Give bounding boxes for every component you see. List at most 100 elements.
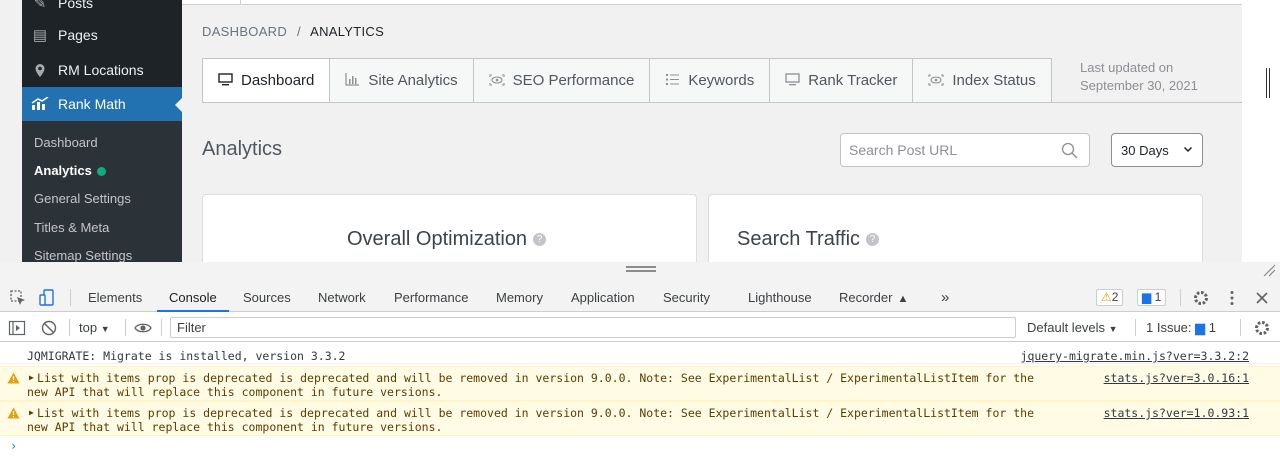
devtools-tab-memory[interactable]: Memory [496,283,543,312]
log-levels-value: Default levels [1027,320,1106,335]
devtools-tab-elements[interactable]: Elements [88,283,142,312]
overall-optimization-card: Overall Optimization? [202,194,697,262]
tab-label: Index Status [952,72,1036,89]
message-icon: ▆ [1195,320,1206,335]
submenu-item-titles-meta[interactable]: Titles & Meta [34,220,109,235]
last-updated: Last updated on September 30, 2021 [1080,59,1198,95]
message-icon: ▆ [1142,290,1152,304]
resize-grip-icon[interactable] [1262,263,1276,277]
scrollbar-handle[interactable] [1266,68,1270,98]
tab-rank-tracker[interactable]: Rank Tracker [769,58,913,103]
devtools-tab-performance[interactable]: Performance [394,283,468,312]
message-source-link[interactable]: jquery-migrate.min.js?ver=3.3.2:2 [1021,349,1249,363]
help-icon[interactable]: ? [533,233,547,247]
tab-label: Rank Tracker [808,72,898,89]
sidebar-item-label: Pages [58,27,98,43]
devtools-resize-handle[interactable] [626,266,656,272]
message-source-link[interactable]: stats.js?ver=3.0.16:1 [1104,371,1249,385]
submenu-label: Sitemap Settings [34,248,133,262]
location-pin-icon [22,63,58,78]
submenu-label: Titles & Meta [34,220,110,235]
search-traffic-card: Search Traffic? [708,194,1203,262]
sidebar-item-posts[interactable]: ✎ Posts [22,0,182,20]
main-content: DASHBOARD / ANALYTICS Dashboard Site Ana… [182,0,1242,262]
tab-seo-performance[interactable]: SEO Performance [472,58,650,103]
message-text: List with items prop is deprecated is de… [27,406,1034,434]
devtools-tab-network[interactable]: Network [318,283,366,312]
message-source-link[interactable]: stats.js?ver=1.0.93:1 [1104,406,1249,420]
chevron-down-icon [1183,146,1193,153]
sidebar-item-pages[interactable]: ▤ Pages [22,18,182,52]
sidebar-item-label: Posts [58,0,94,11]
submenu-item-dashboard[interactable]: Dashboard [34,135,98,150]
console-settings-gear-icon[interactable] [1253,319,1271,337]
tab-label: Keywords [688,72,755,89]
tab-dashboard[interactable]: Dashboard [202,58,330,103]
warnings-badge[interactable]: ⚠2 [1096,289,1124,306]
close-icon[interactable] [1253,289,1271,307]
breadcrumb-separator: / [296,24,301,39]
breadcrumb: DASHBOARD / ANALYTICS [202,24,384,39]
messages-badge[interactable]: ▆ 1 [1137,289,1167,306]
tab-index-status[interactable]: Index Status [912,58,1052,103]
devtools-tab-console[interactable]: Console [157,283,229,312]
more-tabs-button[interactable]: » [941,283,949,312]
wp-admin-sidebar: ✎ Posts ▤ Pages RM Locations Rank Math D… [22,0,183,262]
divider [240,0,241,5]
sidebar-toggle-icon[interactable] [8,319,26,337]
tab-label: SEO Performance [512,72,635,89]
submenu-item-analytics[interactable]: Analytics [34,163,106,178]
issues-counter[interactable]: 1 Issue: ▆ 1 [1146,320,1216,336]
breadcrumb-parent[interactable]: DASHBOARD [202,24,287,39]
clear-console-icon[interactable] [40,319,58,337]
tab-label: Site Analytics [368,72,458,89]
log-levels-dropdown[interactable]: Default levels ▼ [1027,320,1118,335]
settings-gear-icon[interactable] [1192,289,1210,307]
live-expression-eye-icon[interactable] [134,319,152,337]
monitor-icon [785,72,800,89]
dropdown-arrow-icon: ▼ [1108,324,1118,334]
message-text: JQMIGRATE: Migrate is installed, version… [27,349,346,363]
tab-keywords[interactable]: Keywords [649,58,770,103]
rank-math-submenu: Dashboard Analytics General Settings Tit… [22,121,182,262]
divider [1240,319,1241,336]
inspect-element-icon[interactable] [9,289,27,307]
devtools-tab-security[interactable]: Security [663,283,710,312]
devtools-tab-lighthouse[interactable]: Lighthouse [748,283,812,312]
devtools-tab-application[interactable]: Application [571,283,635,312]
console-messages: JQMIGRATE: Migrate is installed, version… [0,343,1280,472]
devtools-tab-recorder[interactable]: Recorder ▲ [839,283,908,312]
console-warning: ▶ List with items prop is deprecated is … [0,401,1280,436]
search-icon[interactable] [1061,142,1078,159]
pin-icon: ✎ [33,0,47,12]
divider [125,319,126,336]
tab-site-analytics[interactable]: Site Analytics [329,58,473,103]
search-post-url[interactable] [840,133,1090,167]
warning-icon: ⚠ [1101,290,1112,304]
messages-count: 1 [1154,290,1162,304]
card-title-text: Overall Optimization [347,228,528,250]
submenu-item-general-settings[interactable]: General Settings [34,191,131,206]
monitor-icon [218,72,233,89]
console-toolbar: top ▼ Default levels ▼ 1 Issue: ▆ 1 [0,313,1280,342]
filter-input[interactable] [171,318,1015,337]
kebab-menu-icon[interactable] [1223,289,1241,307]
submenu-item-sitemap-settings[interactable]: Sitemap Settings [34,248,132,262]
date-range-select[interactable]: 30 Days [1111,133,1203,167]
sidebar-item-rm-locations[interactable]: RM Locations [22,53,182,87]
flask-icon: ▲ [897,293,909,305]
console-prompt[interactable]: › [10,439,17,453]
bar-chart-icon [345,72,360,89]
divider [161,319,162,336]
devtools-toolbar: Elements Console Sources Network Perform… [0,283,1280,312]
console-filter[interactable] [170,317,1016,338]
help-icon[interactable]: ? [866,233,880,247]
browser-viewport: ✎ Posts ▤ Pages RM Locations Rank Math D… [0,0,1280,262]
sidebar-item-rank-math[interactable]: Rank Math [22,87,183,121]
last-updated-label: Last updated on [1080,60,1174,75]
context-selector[interactable]: top ▼ [79,320,110,335]
device-toolbar-icon[interactable] [38,289,56,307]
divider [69,319,70,336]
devtools-tab-sources[interactable]: Sources [243,283,291,312]
search-input[interactable] [841,134,1041,166]
